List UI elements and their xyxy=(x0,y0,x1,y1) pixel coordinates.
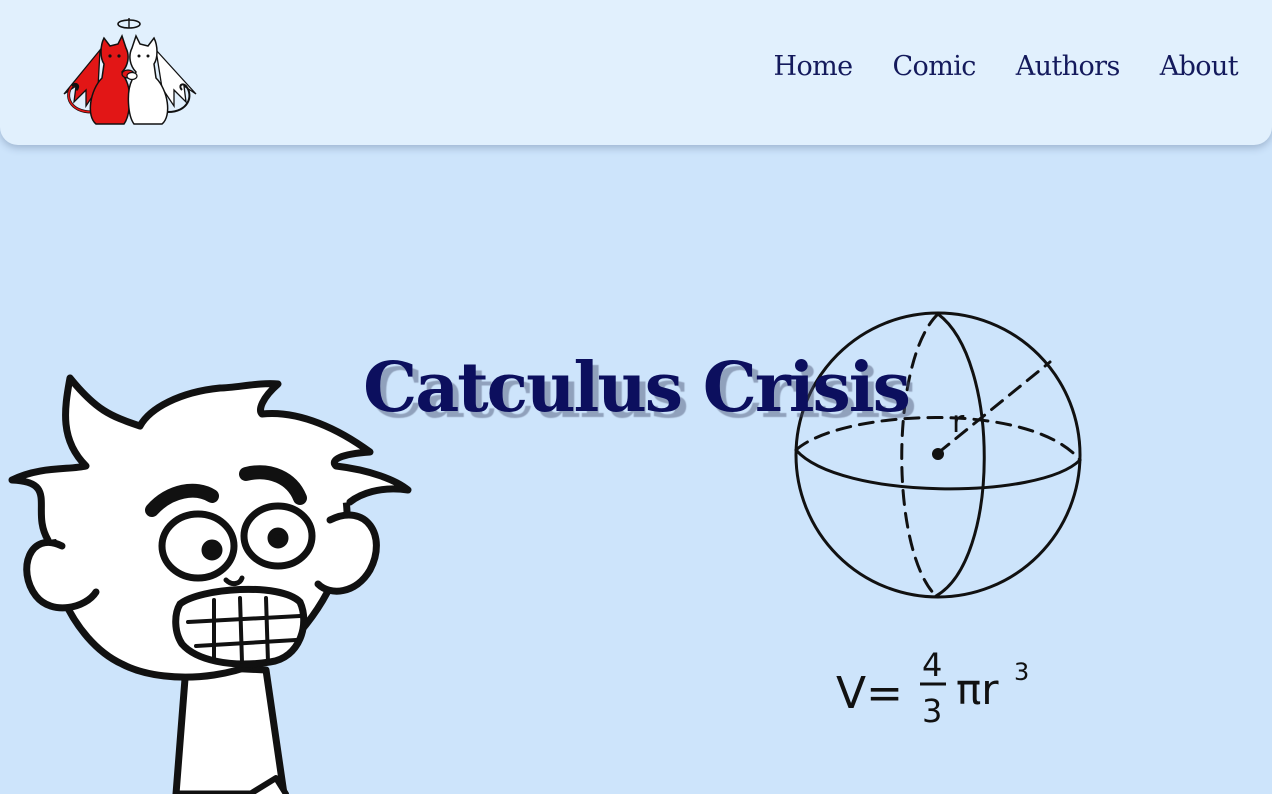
nav-about-link[interactable]: About xyxy=(1160,47,1239,87)
svg-text:3: 3 xyxy=(922,692,942,730)
site-header: Home Comic Authors About xyxy=(0,0,1272,145)
nav-authors-link[interactable]: Authors xyxy=(1016,47,1121,87)
svg-text:4: 4 xyxy=(922,646,942,684)
svg-text:V=: V= xyxy=(836,668,903,719)
angel-devil-cats-logo-icon xyxy=(63,18,197,125)
site-logo[interactable] xyxy=(56,16,202,128)
svg-text:3: 3 xyxy=(1014,658,1029,686)
page-title: Catculus Crisis xyxy=(363,348,911,428)
nav-comic-link[interactable]: Comic xyxy=(892,47,976,87)
svg-text:πr: πr xyxy=(956,665,999,714)
nav-home-link[interactable]: Home xyxy=(774,47,854,87)
panicked-boy-illustration xyxy=(0,370,420,794)
page: Home Comic Authors About r V= 4 3 πr 3 C… xyxy=(0,0,1272,794)
main-nav: Home Comic Authors About xyxy=(774,47,1239,87)
